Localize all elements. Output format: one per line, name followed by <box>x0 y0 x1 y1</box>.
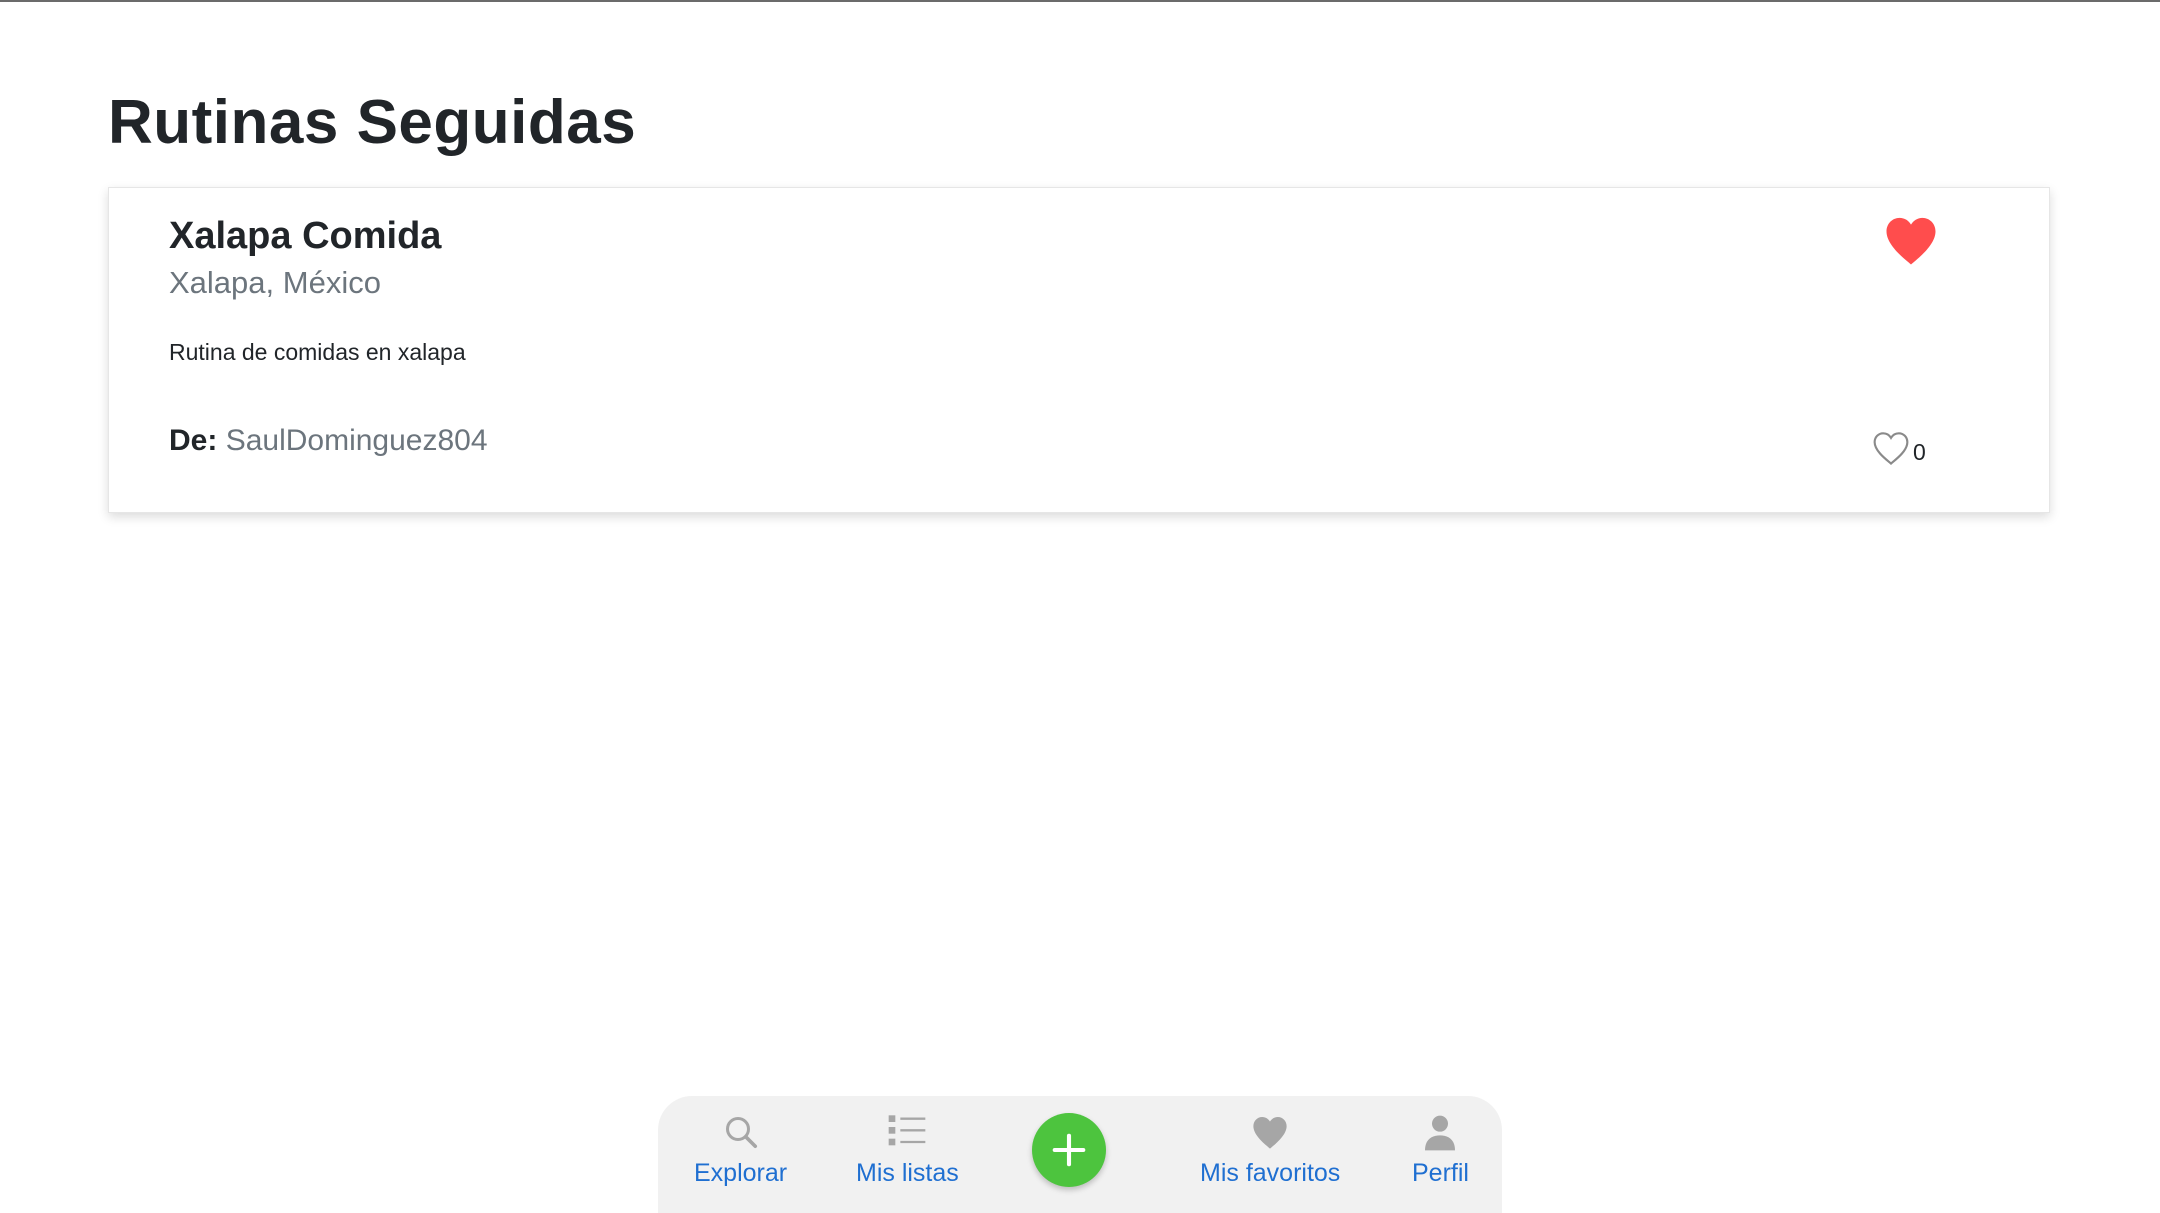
nav-profile[interactable]: Perfil <box>1412 1110 1469 1188</box>
routine-location: Xalapa, México <box>169 265 381 300</box>
nav-my-lists-label: Mis listas <box>856 1159 959 1187</box>
nav-explore-label: Explorar <box>694 1159 788 1187</box>
page-title: Rutinas Seguidas <box>108 88 637 157</box>
author-label: De: <box>169 424 218 457</box>
nav-profile-label: Perfil <box>1412 1159 1469 1187</box>
routine-title[interactable]: Xalapa Comida <box>169 215 441 258</box>
nav-my-favorites-label: Mis favoritos <box>1200 1159 1341 1187</box>
heart-outline-icon[interactable] <box>1871 430 1911 466</box>
likes-counter[interactable]: 0 <box>1871 430 1926 466</box>
likes-count: 0 <box>1913 439 1926 465</box>
routine-description: Rutina de comidas en xalapa <box>169 339 466 365</box>
list-icon <box>885 1110 929 1154</box>
heart-icon <box>1248 1110 1292 1154</box>
plus-icon <box>1052 1133 1086 1167</box>
routine-card[interactable]: Xalapa Comida Xalapa, México Rutina de c… <box>108 187 2050 513</box>
nav-my-favorites[interactable]: Mis favoritos <box>1200 1110 1340 1188</box>
user-icon <box>1418 1110 1462 1154</box>
author-name[interactable]: SaulDominguez804 <box>226 424 488 457</box>
top-border <box>0 0 2160 2</box>
bottom-navigation: Explorar Mis listas Mis favoritos Perfil <box>658 1096 1502 1213</box>
heart-filled-icon[interactable] <box>1883 214 1939 266</box>
nav-my-lists[interactable]: Mis listas <box>856 1110 959 1188</box>
search-icon <box>719 1110 763 1154</box>
add-button[interactable] <box>1032 1113 1106 1187</box>
routine-author: De: SaulDominguez804 <box>169 424 488 457</box>
nav-explore[interactable]: Explorar <box>694 1110 787 1188</box>
